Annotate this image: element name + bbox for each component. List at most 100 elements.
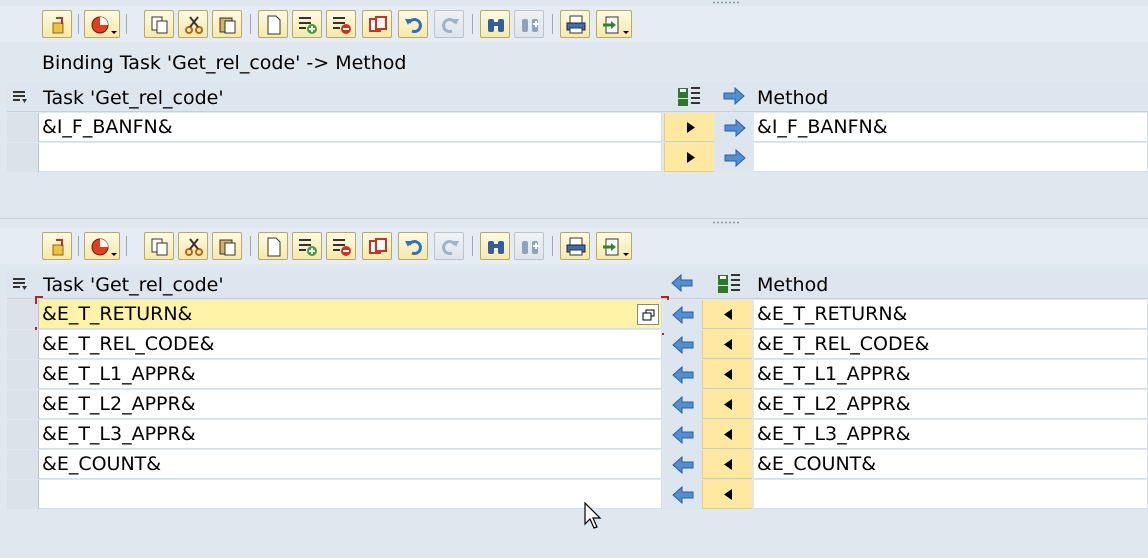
mouse-cursor-icon <box>584 502 602 529</box>
paste-icon <box>219 239 236 256</box>
method-cell[interactable]: &E_T_L2_APPR& <box>754 390 1148 419</box>
row-selector[interactable] <box>7 390 39 419</box>
method-cell[interactable] <box>754 480 1148 509</box>
method-cell[interactable] <box>754 143 1148 172</box>
new-button[interactable] <box>258 10 288 38</box>
paste-button[interactable] <box>212 232 242 260</box>
direction-cell <box>664 390 702 420</box>
table-row: &E_T_L2_APPR& &E_T_L2_APPR& <box>0 390 1148 420</box>
column-settings-icon[interactable] <box>12 90 28 104</box>
task-cell[interactable]: &E_COUNT& <box>39 450 662 479</box>
method-cell[interactable]: &E_COUNT& <box>754 450 1148 479</box>
binding-definition-icon[interactable] <box>678 84 700 108</box>
copy-row-button[interactable] <box>362 232 392 260</box>
lower-task-header: Task 'Get_rel_code' <box>7 269 662 299</box>
arrow-left-icon <box>672 306 694 324</box>
table-row: &E_T_L1_APPR& &E_T_L1_APPR& <box>0 360 1148 390</box>
lower-direction-header <box>662 269 702 299</box>
row-selector[interactable] <box>7 450 39 479</box>
binding-definition-icon[interactable] <box>718 271 740 295</box>
row-selector[interactable] <box>7 143 39 172</box>
print-icon <box>566 237 586 256</box>
details-button[interactable] <box>42 10 72 38</box>
find-next-button[interactable] <box>514 10 544 38</box>
find-button[interactable] <box>480 232 510 260</box>
cut-button[interactable] <box>178 10 208 38</box>
copy-button[interactable] <box>144 10 174 38</box>
binding-button[interactable] <box>702 390 752 419</box>
task-cell[interactable]: &E_T_REL_CODE& <box>39 330 662 359</box>
task-cell[interactable]: &I_F_BANFN& <box>39 113 662 142</box>
paste-button[interactable] <box>212 10 242 38</box>
row-selector[interactable] <box>7 330 39 359</box>
redo-icon <box>442 240 459 255</box>
row-selector[interactable] <box>7 420 39 449</box>
row-selector[interactable] <box>7 113 39 142</box>
binding-button[interactable] <box>702 360 752 389</box>
method-cell[interactable]: &E_T_REL_CODE& <box>754 330 1148 359</box>
method-cell[interactable]: &I_F_BANFN& <box>754 113 1148 142</box>
arrow-right-icon <box>723 87 745 105</box>
binding-button[interactable] <box>664 113 714 142</box>
redo-button[interactable] <box>434 232 464 260</box>
lower-binding-col-header <box>702 269 754 299</box>
find-icon <box>488 241 504 254</box>
binding-button[interactable] <box>664 143 714 172</box>
task-cell[interactable] <box>39 480 662 509</box>
print-button[interactable] <box>560 232 590 260</box>
details-button[interactable] <box>42 232 72 260</box>
cut-button[interactable] <box>178 232 208 260</box>
task-cell-text: &E_T_RETURN& <box>42 303 193 325</box>
insert-row-button[interactable] <box>292 10 322 38</box>
copy-icon <box>151 238 168 256</box>
value-help-button[interactable] <box>637 304 659 325</box>
undo-menu-button[interactable] <box>84 232 120 260</box>
task-cell[interactable]: &E_T_L3_APPR& <box>39 420 662 449</box>
binding-button[interactable] <box>702 330 752 359</box>
details-icon <box>52 17 64 34</box>
export-menu-button[interactable] <box>596 10 632 38</box>
export-menu-button[interactable] <box>596 232 632 260</box>
row-selector[interactable] <box>7 360 39 389</box>
binding-button[interactable] <box>702 420 752 449</box>
table-row: &E_T_REL_CODE& &E_T_REL_CODE& <box>0 330 1148 360</box>
method-cell[interactable]: &E_T_L3_APPR& <box>754 420 1148 449</box>
find-next-icon <box>522 241 539 254</box>
binding-button[interactable] <box>702 300 752 329</box>
play-left-icon <box>724 339 732 350</box>
row-selector[interactable] <box>7 480 39 509</box>
binding-title: Binding Task 'Get_rel_code' -> Method <box>42 52 407 74</box>
arrow-left-icon <box>671 274 693 292</box>
row-selector[interactable] <box>7 300 39 329</box>
new-button[interactable] <box>258 232 288 260</box>
method-cell[interactable]: &E_T_RETURN& <box>754 300 1148 329</box>
method-cell[interactable]: &E_T_L1_APPR& <box>754 360 1148 389</box>
find-next-button[interactable] <box>514 232 544 260</box>
copy-row-button[interactable] <box>362 10 392 38</box>
binding-button[interactable] <box>702 480 752 509</box>
undo-circle-icon <box>91 16 109 34</box>
undo-button[interactable] <box>398 232 428 260</box>
copy-button[interactable] <box>144 232 174 260</box>
direction-cell <box>664 300 702 330</box>
redo-button[interactable] <box>434 10 464 38</box>
task-cell[interactable]: &E_T_RETURN& <box>39 300 662 329</box>
delete-row-button[interactable] <box>326 232 356 260</box>
task-cell[interactable]: &E_T_L1_APPR& <box>39 360 662 389</box>
insert-row-button[interactable] <box>292 232 322 260</box>
details-icon <box>52 239 64 256</box>
play-right-icon <box>687 152 695 163</box>
splitter-grip-bottom[interactable] <box>0 220 1148 226</box>
task-cell[interactable] <box>39 143 662 172</box>
play-left-icon <box>724 369 732 380</box>
delete-row-button[interactable] <box>326 10 356 38</box>
print-button[interactable] <box>560 10 590 38</box>
undo-menu-button[interactable] <box>84 10 120 38</box>
undo-button[interactable] <box>398 10 428 38</box>
binding-button[interactable] <box>702 450 752 479</box>
find-button[interactable] <box>480 10 510 38</box>
copy-icon <box>151 16 168 34</box>
play-left-icon <box>724 429 732 440</box>
task-cell[interactable]: &E_T_L2_APPR& <box>39 390 662 419</box>
column-settings-icon[interactable] <box>12 277 28 291</box>
